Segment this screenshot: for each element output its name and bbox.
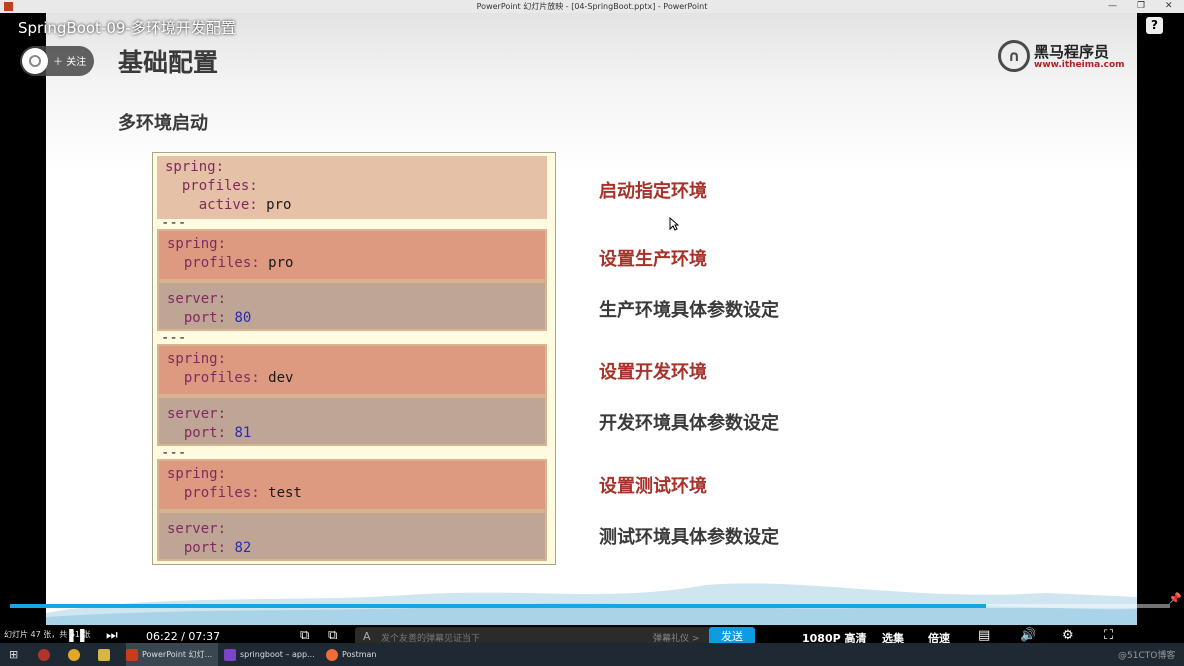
code-line: profiles: [165,178,258,194]
slide-counter: 幻灯片 47 张，共 61 张 [4,630,91,639]
annotation-test-params: 测试环境具体参数设定 [599,527,779,548]
horse-logo-icon: ∩ [998,40,1030,72]
mouse-cursor-icon [669,217,679,231]
logo-url: www.itheima.com [1034,60,1125,70]
app-icon[interactable] [38,643,54,666]
close-icon[interactable]: ✕ [1165,0,1173,13]
windows-start-icon[interactable]: ⊞ [9,643,18,666]
yaml-separator: --- [161,330,187,346]
taskbar-item-powerpoint[interactable]: PowerPoint 幻灯... [126,643,218,666]
code-line: server: [167,406,227,422]
slide-subtitle: 多环境启动 [118,113,208,134]
subtitle-icon[interactable]: ▤ [978,628,990,643]
window-title: PowerPoint 幻灯片放映 - [04-SpringBoot.pptx] … [476,2,708,11]
code-line: port: 81 [167,425,252,441]
taskbar-item-springboot[interactable]: springboot – app... [224,643,316,666]
help-button[interactable]: ? [1146,17,1163,34]
code-block-test-spring: spring: profiles: test [157,459,547,511]
follow-label: ＋ 关注 [53,57,87,68]
code-line: spring: [167,236,227,252]
code-line: profiles: pro [167,255,294,271]
code-line: spring: [167,466,227,482]
time-display: 06:22 / 07:37 [146,630,221,643]
code-line: active: pro [165,197,292,213]
code-line: spring: [165,159,225,175]
annotation-dev-params: 开发环境具体参数设定 [599,413,779,434]
code-line: server: [167,521,227,537]
next-icon[interactable]: ⏭ [106,628,118,643]
code-block-active: spring: profiles: active: pro [157,156,547,219]
code-block-dev-server: server: port: 81 [157,396,547,446]
annotation-set-pro: 设置生产环境 [599,249,707,270]
powerpoint-app-icon [4,2,13,11]
decorative-wave [46,583,1137,625]
uploader-avatar[interactable] [22,48,48,74]
annotation-set-dev: 设置开发环境 [599,362,707,383]
taskbar-item-postman[interactable]: Postman [326,643,406,666]
logo-name: 黑马程序员 [1034,43,1110,61]
pin-icon[interactable]: 📌 [1168,592,1182,605]
video-progress-fill [10,604,986,608]
annotation-set-test: 设置测试环境 [599,476,707,497]
watermark: @51CTO博客 [1118,651,1176,661]
yaml-separator: --- [161,445,187,461]
danmaku-style-icon[interactable]: A [363,630,371,643]
danmaku-settings-icon[interactable]: ⧉ [328,628,337,643]
annotation-activate-env: 启动指定环境 [599,181,707,202]
code-block-test-server: server: port: 82 [157,511,547,561]
file-explorer-icon[interactable] [98,643,114,666]
annotation-pro-params: 生产环境具体参数设定 [599,300,779,321]
chrome-icon[interactable] [68,643,84,666]
volume-icon[interactable]: 🔊 [1020,628,1036,643]
slide: 基础配置 ∩ 黑马程序员 www.itheima.com 多环境启动 sprin… [46,13,1137,625]
yaml-separator: --- [161,215,187,231]
slide-title: 基础配置 [118,48,219,77]
code-line: spring: [167,351,227,367]
code-block-pro-server: server: port: 80 [157,281,547,331]
yaml-code-box: spring: profiles: active: pro --- spring… [152,152,556,565]
settings-icon[interactable]: ⚙ [1062,628,1074,643]
code-line: profiles: dev [167,370,294,386]
restore-icon[interactable]: ❐ [1137,0,1145,13]
video-title: SpringBoot-09-多环境开发配置 [18,19,236,37]
minimize-icon[interactable]: — [1108,0,1117,13]
code-line: server: [167,291,227,307]
code-line: port: 80 [167,310,252,326]
itheima-logo: ∩ 黑马程序员 www.itheima.com [998,39,1125,73]
follow-button[interactable]: ＋ 关注 [20,46,94,76]
window-titlebar: PowerPoint 幻灯片放映 - [04-SpringBoot.pptx] … [0,0,1184,13]
code-line: profiles: test [167,485,302,501]
code-block-dev-spring: spring: profiles: dev [157,344,547,396]
code-line: port: 82 [167,540,252,556]
fullscreen-icon[interactable]: ⛶ [1104,628,1113,643]
video-progress-bar[interactable] [10,604,1170,608]
windows-taskbar: ⊞ PowerPoint 幻灯... springboot – app... P… [0,643,1184,666]
code-block-pro-spring: spring: profiles: pro [157,229,547,281]
danmaku-toggle-icon[interactable]: ⧉ [300,628,309,643]
